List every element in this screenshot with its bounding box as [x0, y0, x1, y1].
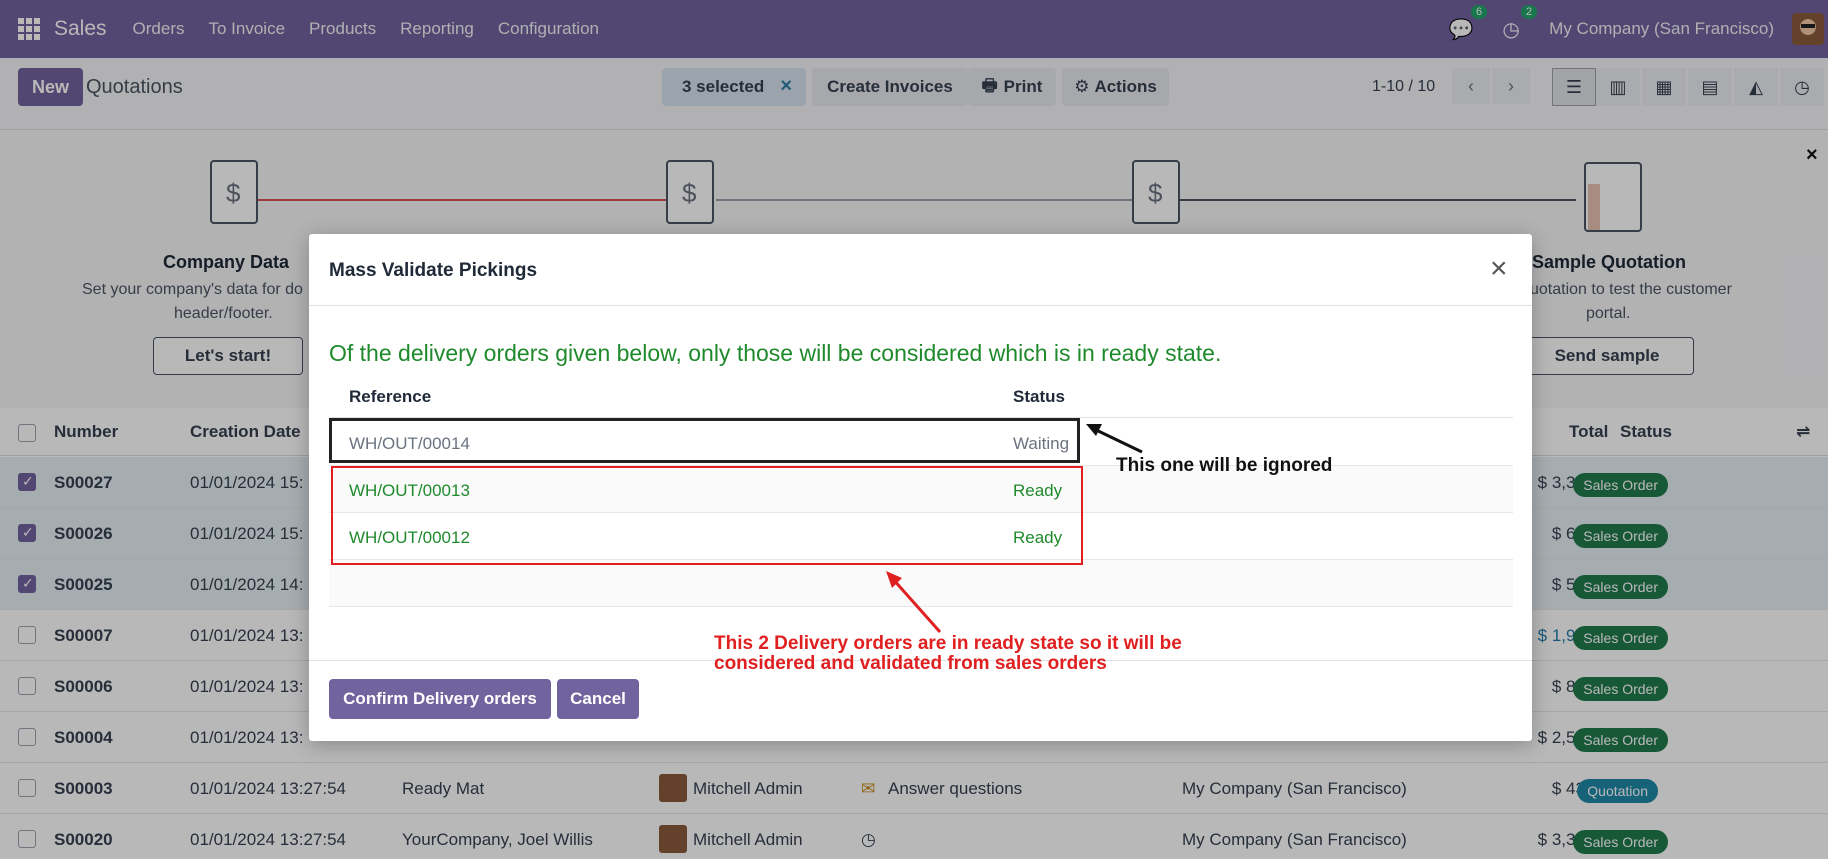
cancel-button[interactable]: Cancel [557, 679, 639, 719]
pickings-table-header: Reference Status [329, 372, 1513, 418]
ready-note-line-1: This 2 Delivery orders are in ready stat… [714, 633, 1182, 654]
dialog-title: Mass Validate Pickings [329, 260, 538, 281]
ready-note-line-2: considered and validated from sales orde… [714, 653, 1107, 674]
col-picking-status: Status [1013, 387, 1065, 406]
dialog-header: Mass Validate Pickings × [309, 234, 1532, 306]
confirm-delivery-orders-button[interactable]: Confirm Delivery orders [329, 679, 551, 719]
ignored-note: This one will be ignored [1116, 455, 1333, 476]
dialog-close-icon[interactable]: × [1490, 254, 1508, 284]
ready-highlight-box [331, 466, 1083, 565]
ignored-highlight-box [329, 418, 1080, 463]
picking-row-empty [329, 560, 1513, 607]
dialog-message: Of the delivery orders given below, only… [329, 340, 1222, 366]
col-reference: Reference [349, 387, 432, 406]
